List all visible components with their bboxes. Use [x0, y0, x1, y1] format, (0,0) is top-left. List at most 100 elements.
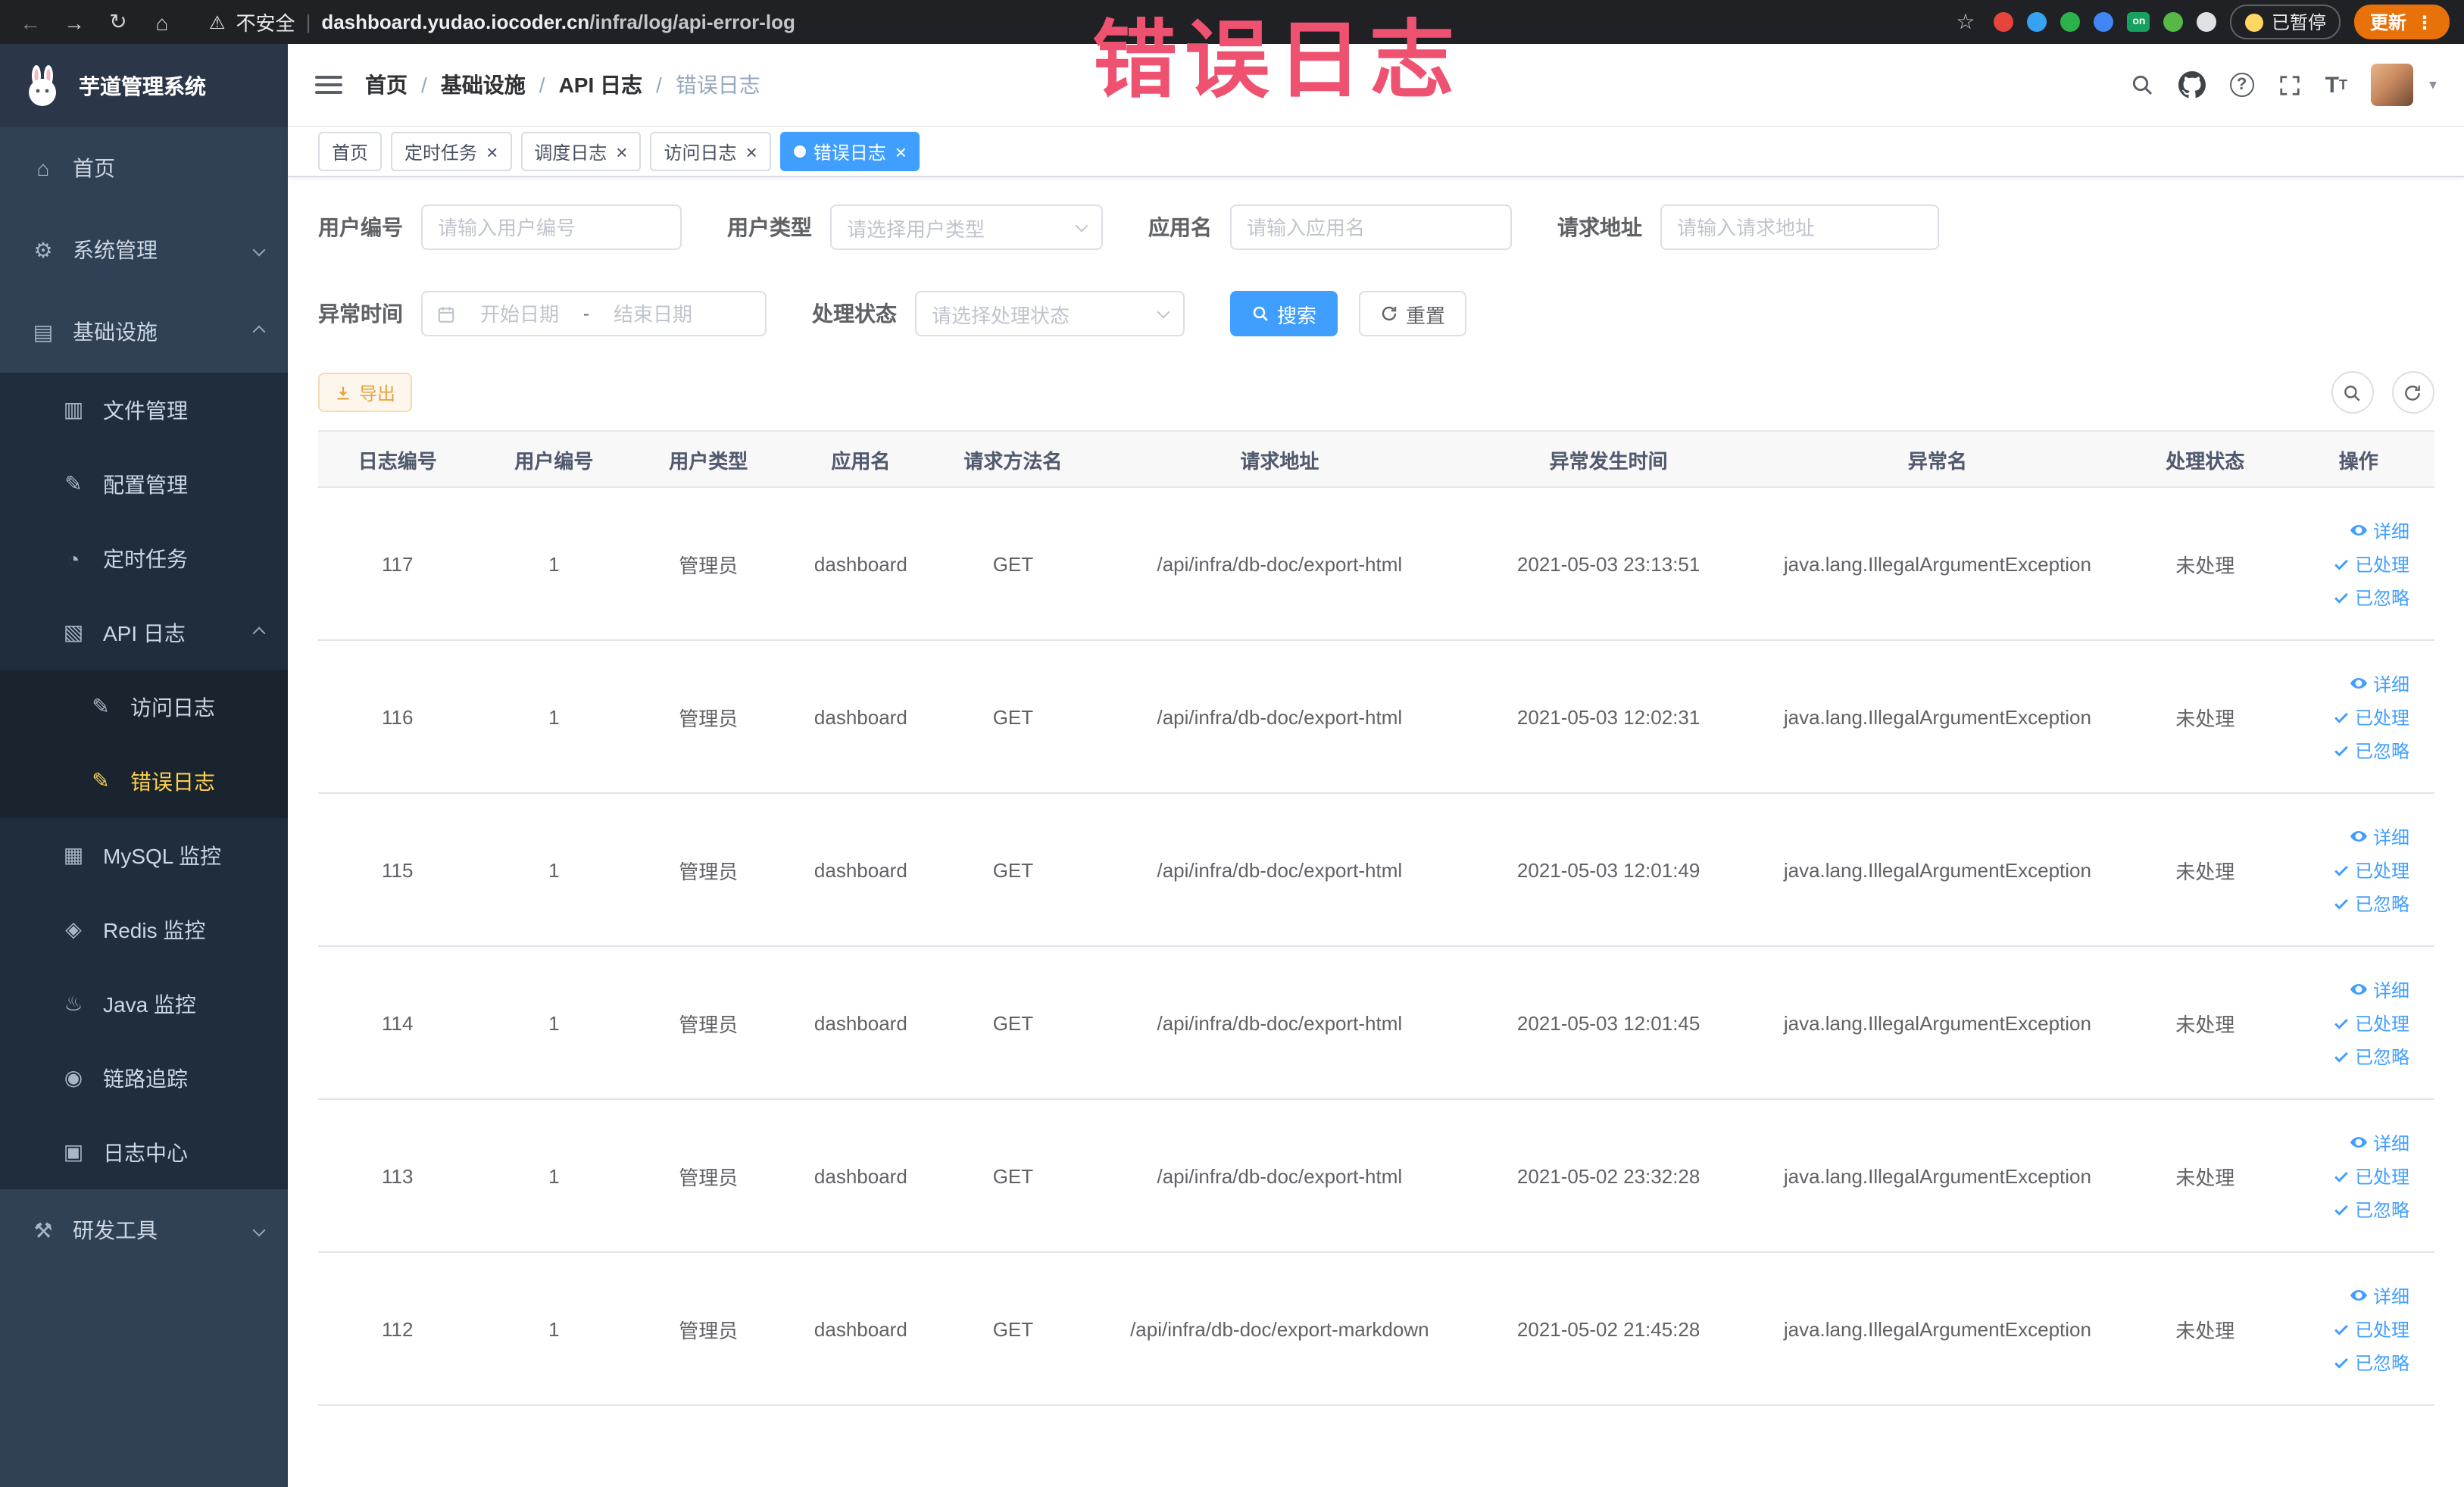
cell-time: 2021-05-02 23:32:28 [1469, 1099, 1748, 1253]
sidebar-item-config[interactable]: ✎ 配置管理 [0, 447, 288, 521]
tab-job-log[interactable]: 调度日志 × [520, 132, 642, 171]
url-host: dashboard.yudao.iocoder.cn [321, 11, 590, 33]
action-label: 详细 [2372, 1132, 2409, 1154]
sidebar-item-redis[interactable]: ◈ Redis 监控 [0, 892, 288, 967]
action-label: 详细 [2372, 826, 2409, 848]
detail-link[interactable]: 详细 [2350, 976, 2409, 1002]
exception-time-range[interactable]: - [421, 291, 767, 336]
bookmark-star-icon[interactable]: ☆ [1950, 9, 1981, 35]
app-name-input[interactable] [1230, 205, 1512, 250]
ignore-link[interactable]: 已忽略 [2334, 737, 2409, 763]
export-button[interactable]: 导出 [318, 373, 413, 412]
extension-icon-red[interactable] [1994, 12, 2014, 32]
chevron-down-icon [252, 1223, 266, 1237]
detail-link[interactable]: 详细 [2350, 1282, 2409, 1308]
tab-error-log[interactable]: 错误日志 × [779, 132, 920, 171]
process-status-select[interactable]: 请选择处理状态 [915, 291, 1185, 336]
user-id-input[interactable] [421, 205, 682, 250]
sidebar-item-trace[interactable]: ◉ 链路追踪 [0, 1041, 288, 1115]
ignore-link[interactable]: 已忽略 [2334, 1196, 2409, 1222]
column-header: 操作 [2283, 430, 2434, 488]
sidebar-item-error-log[interactable]: ✎ 错误日志 [0, 744, 288, 818]
request-url-input[interactable] [1660, 205, 1939, 250]
processed-link[interactable]: 已处理 [2334, 857, 2409, 883]
cell-user_id: 1 [476, 487, 632, 641]
cell-exception: java.lang.IllegalArgumentException [1747, 946, 2127, 1100]
sidebar-item-job[interactable]: ◔ 定时任务 [0, 521, 288, 595]
toggle-search-button[interactable] [2331, 371, 2373, 414]
sidebar-item-infra[interactable]: ▤ 基础设施 [0, 291, 288, 373]
tab-label: 访问日志 [664, 142, 737, 163]
processed-link[interactable]: 已处理 [2334, 1316, 2409, 1342]
breadcrumb-item[interactable]: API 日志 [559, 70, 642, 100]
search-icon[interactable] [2130, 73, 2154, 97]
cell-actions: 详细已处理已忽略 [2283, 640, 2434, 794]
search-button[interactable]: 搜索 [1230, 291, 1338, 336]
extension-icon-green-circle[interactable] [2060, 12, 2081, 32]
reload-icon[interactable]: ↻ [103, 9, 133, 35]
sidebar-item-api-log[interactable]: ▧ API 日志 [0, 595, 288, 670]
extension-icon-blue-drop[interactable] [2027, 12, 2047, 32]
error-log-table: 日志编号 用户编号 用户类型 应用名 请求方法名 请求地址 异常发生时间 异常名 处理状态 操作 … [318, 430, 2434, 1406]
forward-icon[interactable]: → [59, 10, 89, 34]
user-type-select[interactable]: 请选择用户类型 [830, 205, 1103, 250]
address-bar[interactable]: ⚠ 不安全 | dashboard.yudao.iocoder.cn/infra… [209, 8, 795, 36]
collapse-sidebar-icon[interactable] [315, 76, 342, 94]
browser-menu-icon[interactable]: ⋮ [2416, 11, 2434, 33]
home-icon[interactable]: ⌂ [147, 10, 177, 34]
reset-button[interactable]: 重置 [1359, 291, 1467, 336]
chevron-down-icon[interactable]: ▾ [2429, 77, 2437, 93]
ignore-link[interactable]: 已忽略 [2334, 584, 2409, 610]
detail-link[interactable]: 详细 [2350, 517, 2409, 543]
sidebar-item-mysql[interactable]: ▦ MySQL 监控 [0, 818, 288, 892]
column-header: 应用名 [785, 430, 936, 488]
ignore-link[interactable]: 已忽略 [2334, 890, 2409, 916]
extension-icon-blue-grid[interactable] [2094, 12, 2114, 32]
sidebar-item-label: 系统管理 [73, 238, 158, 262]
detail-link[interactable]: 详细 [2350, 823, 2409, 849]
tab-job[interactable]: 定时任务 × [391, 132, 512, 171]
tab-close-icon[interactable]: × [486, 142, 498, 161]
end-date-input[interactable] [595, 302, 710, 325]
processed-link[interactable]: 已处理 [2334, 704, 2409, 729]
tab-close-icon[interactable]: × [895, 142, 907, 161]
github-icon[interactable] [2178, 71, 2206, 98]
sidebar-item-file[interactable]: ▥ 文件管理 [0, 373, 288, 447]
start-date-input[interactable] [462, 302, 577, 325]
tab-close-icon[interactable]: × [746, 142, 757, 161]
avatar[interactable] [2371, 64, 2414, 106]
extension-icon-light[interactable] [2197, 12, 2217, 32]
tab-close-icon[interactable]: × [616, 142, 627, 161]
sidebar-item-log-center[interactable]: ▣ 日志中心 [0, 1115, 288, 1189]
extension-icon-on-badge[interactable]: on [2127, 12, 2150, 32]
processed-link[interactable]: 已处理 [2334, 1163, 2409, 1189]
check-icon [2335, 1323, 2349, 1335]
logo[interactable]: 芋道管理系统 [0, 44, 288, 127]
help-icon[interactable]: ? [2229, 73, 2254, 97]
check-icon [2335, 898, 2349, 909]
breadcrumb-item[interactable]: 首页 [365, 70, 408, 100]
ignore-link[interactable]: 已忽略 [2334, 1349, 2409, 1375]
refresh-table-button[interactable] [2391, 371, 2434, 414]
paused-extension-badge[interactable]: 已暂停 [2230, 5, 2341, 39]
extension-icon-green-leaf[interactable] [2163, 12, 2184, 32]
detail-link[interactable]: 详细 [2350, 670, 2409, 696]
back-icon[interactable]: ← [15, 10, 45, 34]
sidebar-item-home[interactable]: ⌂ 首页 [0, 127, 288, 209]
breadcrumb-item[interactable]: 基础设施 [441, 70, 526, 100]
font-size-icon[interactable]: TT [2325, 73, 2347, 96]
check-icon [2335, 1017, 2349, 1029]
chrome-update-button[interactable]: 更新 ⋮ [2354, 5, 2449, 39]
sidebar-item-system[interactable]: ⚙ 系统管理 [0, 209, 288, 291]
tab-access-log[interactable]: 访问日志 × [650, 132, 771, 171]
tab-home[interactable]: 首页 [318, 132, 383, 171]
ignore-link[interactable]: 已忽略 [2334, 1043, 2409, 1069]
fullscreen-icon[interactable] [2278, 73, 2301, 96]
sidebar-item-access-log[interactable]: ✎ 访问日志 [0, 670, 288, 744]
sidebar-item-dev-tools[interactable]: ⚒ 研发工具 [0, 1189, 288, 1271]
processed-link[interactable]: 已处理 [2334, 1010, 2409, 1036]
sidebar-item-java[interactable]: ♨ Java 监控 [0, 967, 288, 1041]
detail-link[interactable]: 详细 [2350, 1129, 2409, 1155]
search-icon [2344, 385, 2360, 401]
processed-link[interactable]: 已处理 [2334, 551, 2409, 576]
